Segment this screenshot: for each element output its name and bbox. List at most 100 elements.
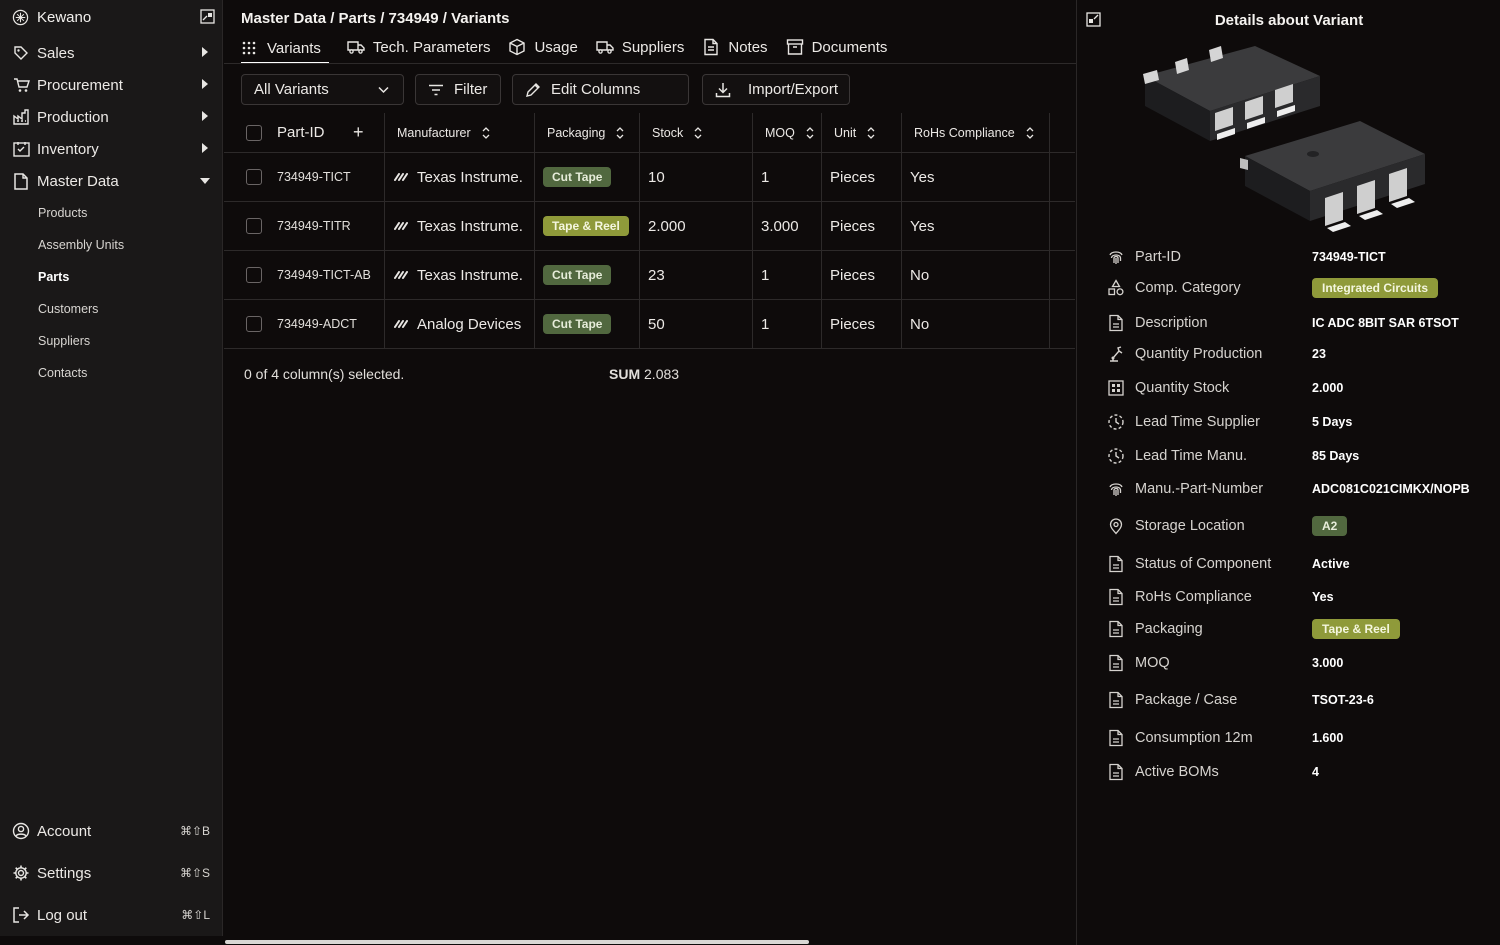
tab-documents[interactable]: Documents <box>786 34 887 60</box>
header-part-id[interactable]: Part-ID <box>277 113 325 152</box>
file-icon <box>1109 588 1123 606</box>
packaging-badge: Cut Tape <box>543 314 612 334</box>
prop-key: Comp. Category <box>1135 280 1241 296</box>
cell-stock: 50 <box>648 315 665 333</box>
logout-button[interactable]: Log out ⌘⇧L <box>12 904 212 926</box>
cell-unit: Pieces <box>830 315 876 333</box>
collapse-sidebar-icon[interactable] <box>200 9 215 24</box>
details-panel: Details about Variant Part-ID 734949-TIC… <box>1076 0 1500 945</box>
prop-value: Active <box>1312 557 1350 571</box>
tab-variants[interactable]: Variants <box>241 34 329 64</box>
tab-notes[interactable]: Notes <box>702 34 768 60</box>
horizontal-scrollbar[interactable] <box>225 940 809 944</box>
variant-select[interactable]: All Variants <box>241 74 404 105</box>
edit-columns-button[interactable]: Edit Columns <box>512 74 689 105</box>
sub-item-contacts[interactable]: Contacts <box>38 366 87 380</box>
inventory-icon <box>12 142 30 157</box>
download-icon <box>715 82 731 97</box>
edit-columns-label: Edit Columns <box>551 81 641 98</box>
header-manufacturer[interactable]: Manufacturer <box>397 113 491 152</box>
table-row[interactable]: 734949-TICT Texas Instrume. Cut Tape 10 … <box>224 153 1075 202</box>
nav-inventory[interactable]: Inventory <box>12 138 212 160</box>
prop-key: Storage Location <box>1135 518 1245 534</box>
cell-unit: Pieces <box>830 168 876 186</box>
settings-button[interactable]: Settings ⌘⇧S <box>12 862 212 884</box>
row-checkbox[interactable] <box>246 316 262 332</box>
tab-usage[interactable]: Usage <box>508 34 578 60</box>
cell-rohs: No <box>910 266 930 284</box>
prop-package-case: Package / Case TSOT-23-6 <box>1107 689 1487 711</box>
nav-master-data[interactable]: Master Data <box>12 170 212 192</box>
prop-key: Description <box>1135 315 1208 331</box>
note-icon <box>704 38 719 56</box>
select-all-checkbox[interactable] <box>246 124 262 141</box>
logout-shortcut: ⌘⇧L <box>181 908 210 922</box>
account-shortcut: ⌘⇧B <box>179 824 210 838</box>
header-unit[interactable]: Unit <box>834 113 876 152</box>
table-row[interactable]: 734949-TITR Texas Instrume. Tape & Reel … <box>224 202 1075 251</box>
header-moq[interactable]: MOQ <box>765 113 815 152</box>
prop-value: 3.000 <box>1312 656 1344 670</box>
brand[interactable]: Kewano <box>12 6 217 28</box>
nav-production-label: Production <box>37 108 109 126</box>
add-column-button[interactable]: + <box>353 113 364 152</box>
prop-quantity-production: Quantity Production 23 <box>1107 343 1487 365</box>
sub-item-products[interactable]: Products <box>38 206 87 220</box>
cart-icon <box>13 78 30 92</box>
header-rohs-label: RoHs Compliance <box>914 125 1015 140</box>
tab-suppliers[interactable]: Suppliers <box>596 34 684 60</box>
tab-tech-parameters[interactable]: Tech. Parameters <box>347 34 490 60</box>
row-checkbox[interactable] <box>246 218 262 234</box>
selection-count: 0 of 4 column(s) selected. <box>244 366 405 382</box>
row-checkbox[interactable] <box>246 169 262 185</box>
settings-label: Settings <box>37 864 92 882</box>
logout-label: Log out <box>37 906 88 924</box>
column-divider <box>384 113 385 152</box>
header-select-all-cell <box>246 113 262 152</box>
header-stock[interactable]: Stock <box>652 113 703 152</box>
cell-manufacturer: Texas Instrume. <box>417 168 523 186</box>
file-icon <box>1109 763 1123 781</box>
sort-icon <box>482 126 490 139</box>
prop-consumption: Consumption 12m 1.600 <box>1107 727 1487 749</box>
main-content: Master Data / Parts / 734949 / Variants … <box>224 0 1076 945</box>
document-icon <box>14 172 28 190</box>
tab-divider <box>224 63 1076 64</box>
grid-dots-icon <box>242 41 256 55</box>
clock-dashed-icon <box>1108 448 1124 464</box>
filter-button[interactable]: Filter <box>415 74 501 105</box>
sub-item-suppliers[interactable]: Suppliers <box>38 334 90 348</box>
prop-key: RoHs Compliance <box>1135 589 1252 605</box>
chevron-right-icon <box>202 143 208 153</box>
nav-sales[interactable]: Sales <box>12 42 212 64</box>
nav-master-data-label: Master Data <box>37 172 119 190</box>
sub-item-parts[interactable]: Parts <box>38 270 69 284</box>
sum-label: SUM <box>609 366 641 382</box>
nav-procurement[interactable]: Procurement <box>12 74 212 96</box>
cell-part-id: 734949-TITR <box>277 219 351 233</box>
account-button[interactable]: Account ⌘⇧B <box>12 820 212 842</box>
nav-production[interactable]: Production <box>12 106 212 128</box>
header-unit-label: Unit <box>834 125 857 140</box>
prop-manu-part-number: Manu.-Part-Number ADC081C021CIMKX/NOPB <box>1107 478 1487 500</box>
sub-item-customers[interactable]: Customers <box>38 302 98 316</box>
sub-item-assembly-units[interactable]: Assembly Units <box>38 238 124 252</box>
cell-unit: Pieces <box>830 217 876 235</box>
row-checkbox[interactable] <box>246 267 262 283</box>
manufacturer-logo-icon <box>394 222 408 230</box>
cell-part-id: 734949-TICT-AB <box>277 268 371 282</box>
cell-manufacturer: Analog Devices <box>417 315 522 333</box>
cell-manufacturer: Texas Instrume. <box>417 266 523 284</box>
sort-icon <box>867 126 875 139</box>
file-icon <box>1109 654 1123 672</box>
archive-icon <box>786 39 803 55</box>
table-row[interactable]: 734949-ADCT Analog Devices Cut Tape 50 1… <box>224 300 1075 349</box>
prop-active-boms: Active BOMs 4 <box>1107 761 1487 783</box>
table-row[interactable]: 734949-TICT-AB Texas Instrume. Cut Tape … <box>224 251 1075 300</box>
header-packaging[interactable]: Packaging <box>547 113 625 152</box>
prop-key: Status of Component <box>1135 556 1272 572</box>
import-export-button[interactable]: Import/Export <box>702 74 850 105</box>
header-rohs[interactable]: RoHs Compliance <box>914 113 1035 152</box>
prop-key: Package / Case <box>1135 692 1238 708</box>
column-divider <box>901 113 902 152</box>
